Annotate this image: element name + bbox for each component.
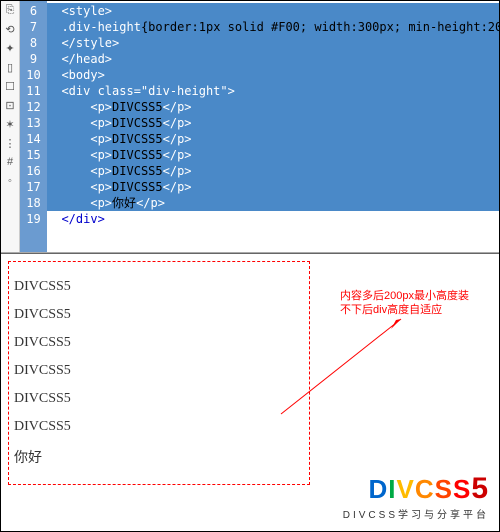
line-number: 12 [20, 99, 47, 115]
line-number: 6 [20, 3, 47, 19]
code-area[interactable]: <style> .div-height{border:1px solid #F0… [47, 1, 499, 252]
tool-icon-7[interactable]: ✶ [3, 118, 17, 132]
code-editor-pane: ⎘ ⟲ ✦ ▯ ☐ ⊡ ✶ ⋮ # ◦ 6 7 8 9 10 11 12 13 … [1, 1, 499, 253]
line-number: 7 [20, 19, 47, 35]
logo: DIVCSS5 DIVCSS学习与分享平台 [343, 472, 489, 521]
line-number-gutter: 6 7 8 9 10 11 12 13 14 15 16 17 18 19 [20, 1, 47, 252]
tool-icon-8[interactable]: ⋮ [3, 137, 17, 151]
code-line[interactable]: <p>DIVCSS5</p> [47, 99, 499, 115]
code-line[interactable]: </div> [47, 211, 499, 227]
code-line[interactable]: <div class="div-height"> [47, 83, 499, 99]
line-number: 10 [20, 67, 47, 83]
code-line[interactable]: <p>DIVCSS5</p> [47, 147, 499, 163]
tool-icon-9[interactable]: # [3, 156, 17, 170]
preview-item: DIVCSS5 [14, 391, 304, 407]
tool-icon-4[interactable]: ▯ [3, 61, 17, 75]
code-line[interactable]: </head> [47, 51, 499, 67]
preview-pane: DIVCSS5 DIVCSS5 DIVCSS5 DIVCSS5 DIVCSS5 … [1, 253, 499, 531]
tool-icon-1[interactable]: ⎘ [3, 4, 17, 18]
code-line[interactable]: <p>DIVCSS5</p> [47, 131, 499, 147]
code-line[interactable]: <body> [47, 67, 499, 83]
preview-item: DIVCSS5 [14, 307, 304, 323]
line-number: 15 [20, 147, 47, 163]
line-number: 17 [20, 179, 47, 195]
line-number: 18 [20, 195, 47, 211]
preview-item: DIVCSS5 [14, 419, 304, 435]
code-line[interactable]: </style> [47, 35, 499, 51]
code-line[interactable]: <p>DIVCSS5</p> [47, 163, 499, 179]
code-line[interactable]: <p>DIVCSS5</p> [47, 179, 499, 195]
editor-toolbar: ⎘ ⟲ ✦ ▯ ☐ ⊡ ✶ ⋮ # ◦ [1, 1, 20, 252]
line-number: 11 [20, 83, 47, 99]
code-line[interactable]: .div-height{border:1px solid #F00; width… [47, 19, 499, 35]
line-number: 9 [20, 51, 47, 67]
logo-text: DIVCSS5 [343, 472, 489, 506]
logo-subtitle: DIVCSS学习与分享平台 [343, 506, 489, 521]
code-line[interactable]: <p>你好</p> [47, 195, 499, 211]
preview-item: 你好 [14, 447, 304, 467]
tool-icon-2[interactable]: ⟲ [3, 23, 17, 37]
tool-icon-5[interactable]: ☐ [3, 80, 17, 94]
line-number: 19 [20, 211, 47, 227]
line-number: 16 [20, 163, 47, 179]
preview-item: DIVCSS5 [14, 363, 304, 379]
preview-div-height: DIVCSS5 DIVCSS5 DIVCSS5 DIVCSS5 DIVCSS5 … [8, 261, 310, 485]
preview-item: DIVCSS5 [14, 335, 304, 351]
annotation-text: 内容多后200px最小高度装 不下后div高度自适应 [340, 289, 469, 317]
tool-icon-3[interactable]: ✦ [3, 42, 17, 56]
tool-icon-6[interactable]: ⊡ [3, 99, 17, 113]
line-number: 8 [20, 35, 47, 51]
code-line[interactable]: <p>DIVCSS5</p> [47, 115, 499, 131]
line-number: 14 [20, 131, 47, 147]
code-line[interactable]: <style> [47, 3, 499, 19]
line-number: 13 [20, 115, 47, 131]
tool-icon-10[interactable]: ◦ [3, 175, 17, 189]
preview-item: DIVCSS5 [14, 279, 304, 295]
